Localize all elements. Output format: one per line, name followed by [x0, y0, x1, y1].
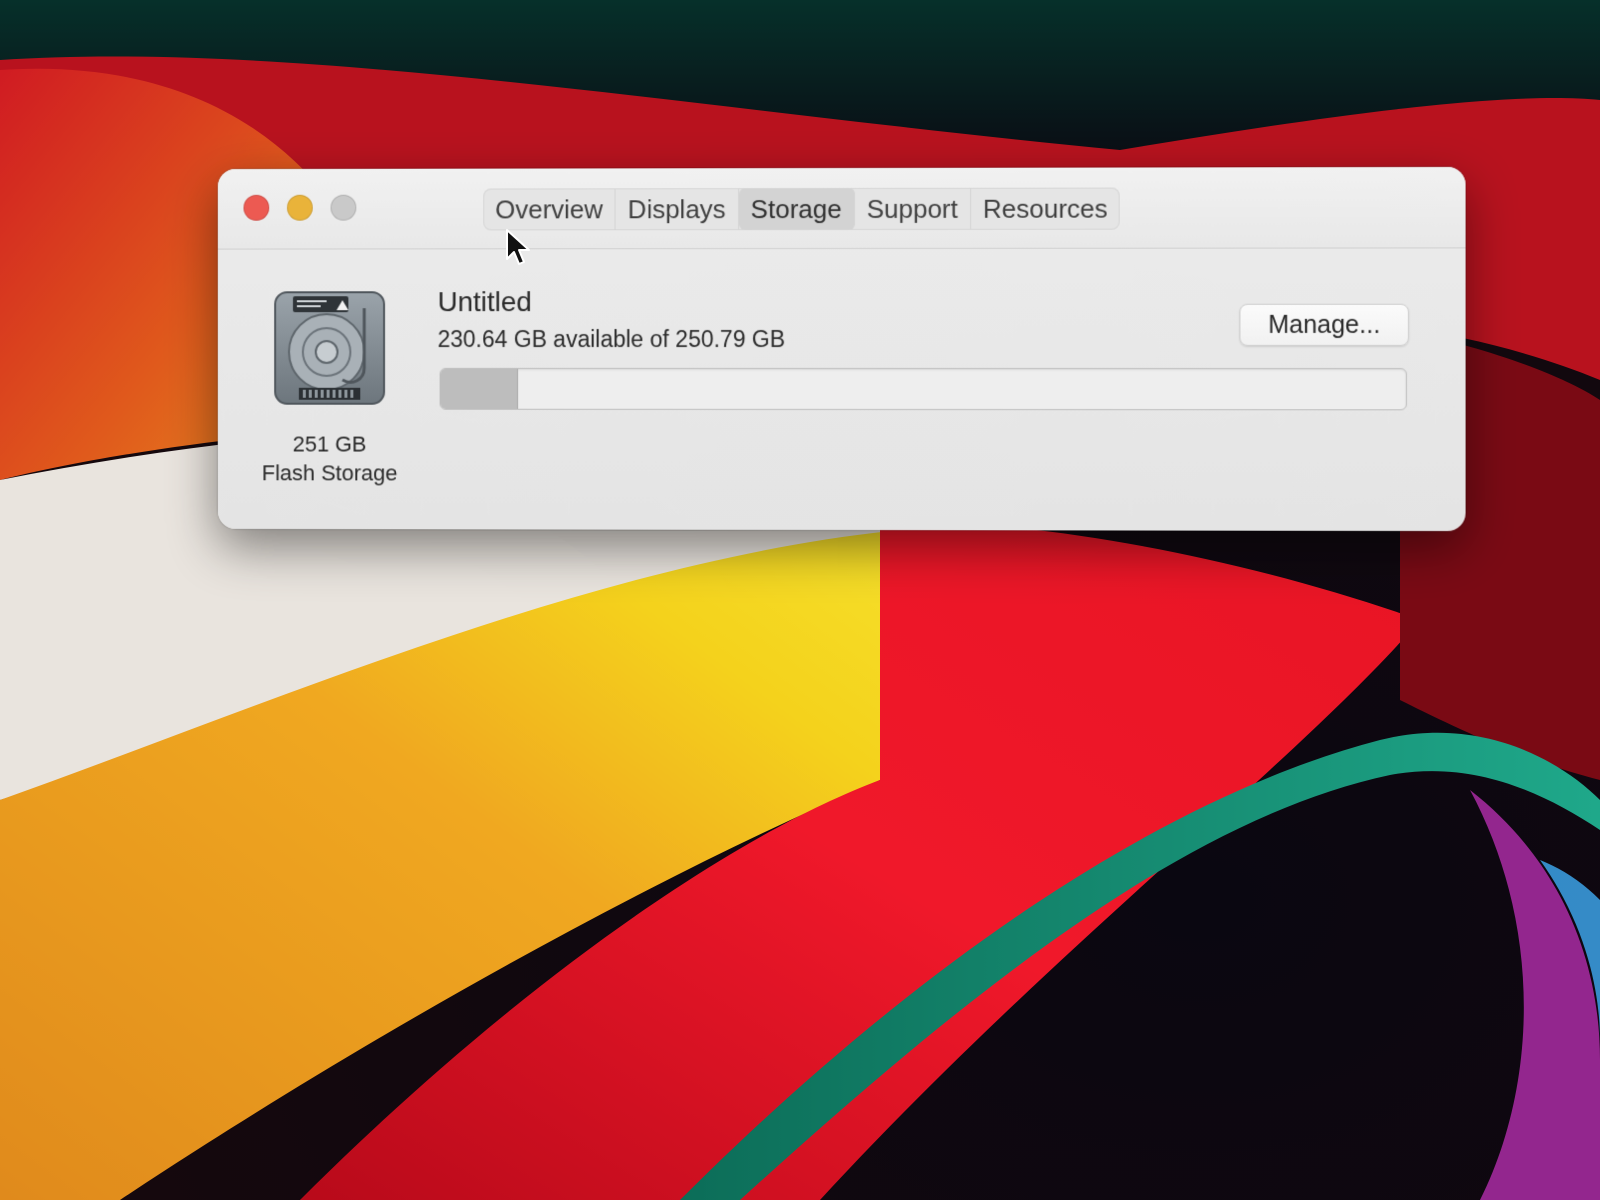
- tab-support[interactable]: Support: [854, 187, 971, 230]
- hard-drive-icon: [269, 288, 390, 409]
- manage-button[interactable]: Manage...: [1239, 303, 1409, 346]
- drive-caption: 251 GB Flash Storage: [236, 430, 424, 488]
- minimize-button[interactable]: [287, 194, 313, 221]
- close-button[interactable]: [243, 194, 270, 221]
- window-titlebar: Overview Displays Storage Support Resour…: [217, 166, 1466, 250]
- volume-name: Untitled: [437, 286, 532, 318]
- drive-type: Flash Storage: [261, 460, 398, 486]
- storage-used-segment: [440, 368, 519, 409]
- mouse-pointer-icon: [506, 229, 530, 265]
- tab-displays[interactable]: Displays: [615, 188, 739, 231]
- tab-storage[interactable]: Storage: [738, 187, 855, 231]
- storage-usage-bar: [439, 367, 1407, 411]
- tab-bar: Overview Displays Storage Support Resour…: [483, 187, 1120, 231]
- tab-resources[interactable]: Resources: [971, 188, 1120, 230]
- desktop: Overview Displays Storage Support Resour…: [0, 0, 1600, 1200]
- volume-availability: 230.64 GB available of 250.79 GB: [437, 326, 786, 352]
- tab-overview[interactable]: Overview: [483, 188, 616, 231]
- about-this-mac-window: Overview Displays Storage Support Resour…: [217, 166, 1466, 532]
- maximize-button: [330, 194, 357, 221]
- drive-capacity: 251 GB: [292, 431, 367, 457]
